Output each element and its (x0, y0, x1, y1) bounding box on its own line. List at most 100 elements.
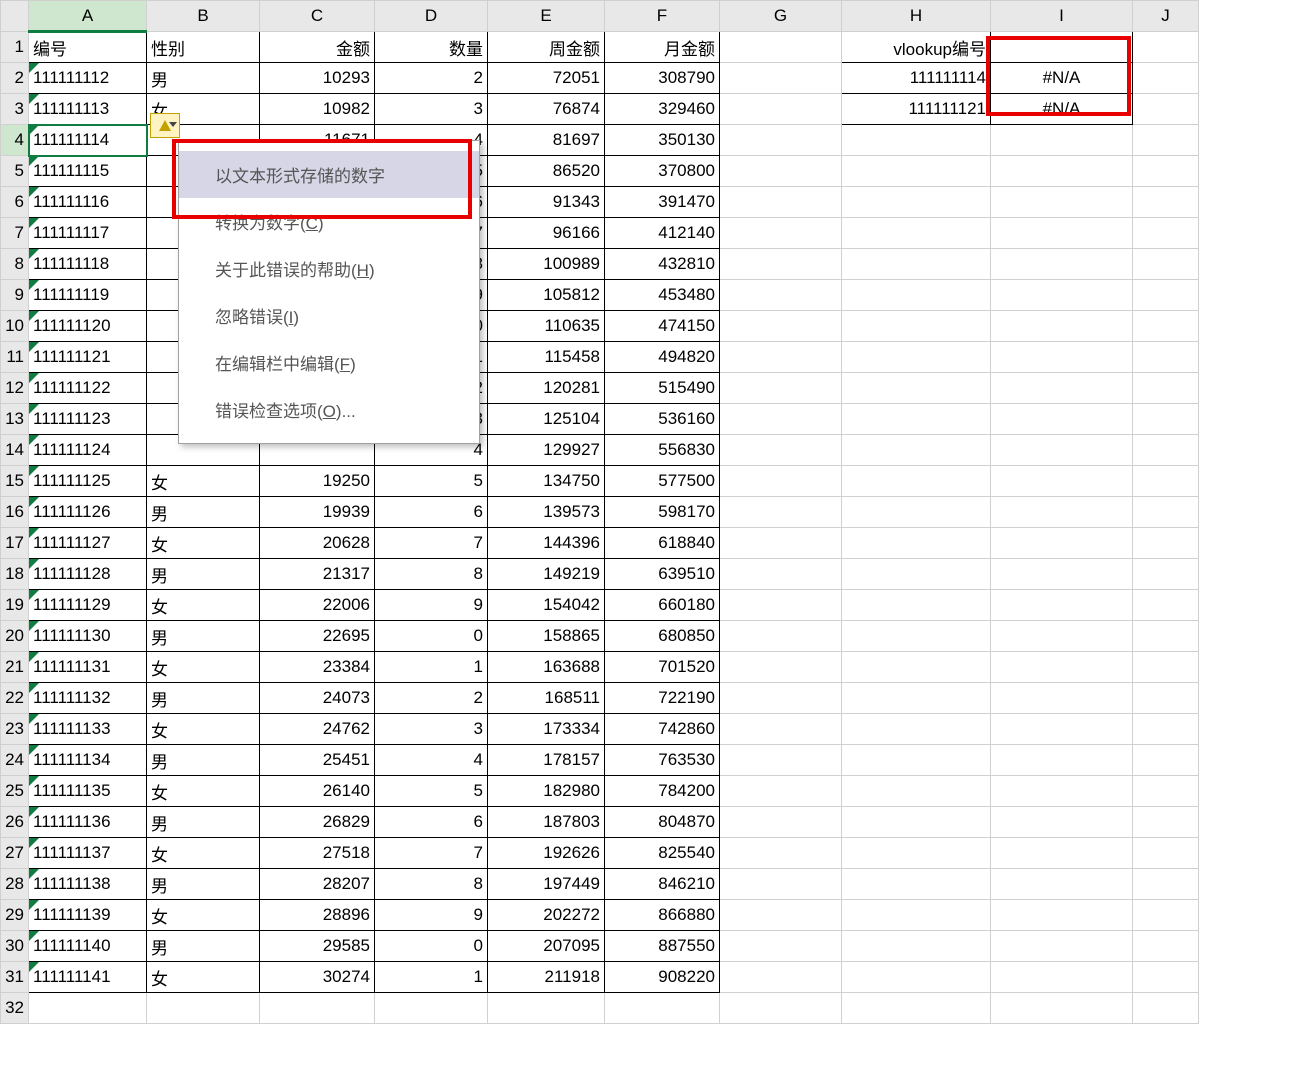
cell-I3[interactable]: #N/A (991, 94, 1133, 125)
cell-H31[interactable] (842, 962, 991, 993)
cell-H29[interactable] (842, 900, 991, 931)
cell-F30[interactable]: 887550 (605, 931, 720, 962)
cell-I16[interactable] (991, 497, 1133, 528)
cell-H11[interactable] (842, 342, 991, 373)
cell-D17[interactable]: 7 (375, 528, 488, 559)
cell-E5[interactable]: 86520 (488, 156, 605, 187)
cell-B24[interactable]: 男 (147, 745, 260, 776)
cell-D21[interactable]: 1 (375, 652, 488, 683)
cell-I31[interactable] (991, 962, 1133, 993)
cell-C20[interactable]: 22695 (260, 621, 375, 652)
row-header-17[interactable]: 17 (1, 528, 29, 559)
cell-E32[interactable] (488, 993, 605, 1024)
cell-B26[interactable]: 男 (147, 807, 260, 838)
cell-G19[interactable] (720, 590, 842, 621)
cell-C31[interactable]: 30274 (260, 962, 375, 993)
cell-F24[interactable]: 763530 (605, 745, 720, 776)
cell-G5[interactable] (720, 156, 842, 187)
col-header-I[interactable]: I (991, 1, 1133, 32)
cell-J4[interactable] (1133, 125, 1199, 156)
cell-G26[interactable] (720, 807, 842, 838)
cell-F18[interactable]: 639510 (605, 559, 720, 590)
cell-G29[interactable] (720, 900, 842, 931)
cell-B19[interactable]: 女 (147, 590, 260, 621)
cell-A12[interactable]: 111111122 (29, 373, 147, 404)
cell-E4[interactable]: 81697 (488, 125, 605, 156)
cell-J26[interactable] (1133, 807, 1199, 838)
row-header-26[interactable]: 26 (1, 807, 29, 838)
cell-A27[interactable]: 111111137 (29, 838, 147, 869)
cell-E10[interactable]: 110635 (488, 311, 605, 342)
menu-item-4[interactable]: 错误检查选项(O)... (179, 386, 479, 433)
cell-E7[interactable]: 96166 (488, 218, 605, 249)
cell-F26[interactable]: 804870 (605, 807, 720, 838)
cell-I12[interactable] (991, 373, 1133, 404)
cell-F28[interactable]: 846210 (605, 869, 720, 900)
cell-I9[interactable] (991, 280, 1133, 311)
row-header-1[interactable]: 1 (1, 32, 29, 63)
cell-F10[interactable]: 474150 (605, 311, 720, 342)
cell-B31[interactable]: 女 (147, 962, 260, 993)
cell-A7[interactable]: 111111117 (29, 218, 147, 249)
cell-I27[interactable] (991, 838, 1133, 869)
cell-A11[interactable]: 111111121 (29, 342, 147, 373)
row-header-8[interactable]: 8 (1, 249, 29, 280)
cell-G25[interactable] (720, 776, 842, 807)
cell-G15[interactable] (720, 466, 842, 497)
cell-J30[interactable] (1133, 931, 1199, 962)
cell-G4[interactable] (720, 125, 842, 156)
cell-E25[interactable]: 182980 (488, 776, 605, 807)
row-header-16[interactable]: 16 (1, 497, 29, 528)
col-header-H[interactable]: H (842, 1, 991, 32)
cell-D26[interactable]: 6 (375, 807, 488, 838)
cell-G12[interactable] (720, 373, 842, 404)
cell-A31[interactable]: 111111141 (29, 962, 147, 993)
cell-A26[interactable]: 111111136 (29, 807, 147, 838)
cell-H15[interactable] (842, 466, 991, 497)
cell-J31[interactable] (1133, 962, 1199, 993)
row-header-21[interactable]: 21 (1, 652, 29, 683)
cell-H27[interactable] (842, 838, 991, 869)
cell-E28[interactable]: 197449 (488, 869, 605, 900)
cell-G30[interactable] (720, 931, 842, 962)
cell-H22[interactable] (842, 683, 991, 714)
cell-H14[interactable] (842, 435, 991, 466)
cell-H25[interactable] (842, 776, 991, 807)
cell-C1[interactable]: 金额 (260, 32, 375, 63)
row-header-14[interactable]: 14 (1, 435, 29, 466)
row-header-7[interactable]: 7 (1, 218, 29, 249)
cell-G11[interactable] (720, 342, 842, 373)
cell-F22[interactable]: 722190 (605, 683, 720, 714)
row-header-6[interactable]: 6 (1, 187, 29, 218)
cell-C30[interactable]: 29585 (260, 931, 375, 962)
row-header-4[interactable]: 4 (1, 125, 29, 156)
cell-D29[interactable]: 9 (375, 900, 488, 931)
cell-H20[interactable] (842, 621, 991, 652)
cell-B16[interactable]: 男 (147, 497, 260, 528)
cell-J13[interactable] (1133, 404, 1199, 435)
cell-J23[interactable] (1133, 714, 1199, 745)
cell-I26[interactable] (991, 807, 1133, 838)
cell-I24[interactable] (991, 745, 1133, 776)
cell-F4[interactable]: 350130 (605, 125, 720, 156)
cell-D19[interactable]: 9 (375, 590, 488, 621)
cell-I8[interactable] (991, 249, 1133, 280)
cell-H9[interactable] (842, 280, 991, 311)
cell-A29[interactable]: 111111139 (29, 900, 147, 931)
cell-D2[interactable]: 2 (375, 63, 488, 94)
row-header-11[interactable]: 11 (1, 342, 29, 373)
cell-A21[interactable]: 111111131 (29, 652, 147, 683)
cell-G31[interactable] (720, 962, 842, 993)
cell-D24[interactable]: 4 (375, 745, 488, 776)
cell-G32[interactable] (720, 993, 842, 1024)
cell-F20[interactable]: 680850 (605, 621, 720, 652)
cell-F3[interactable]: 329460 (605, 94, 720, 125)
cell-C22[interactable]: 24073 (260, 683, 375, 714)
cell-H26[interactable] (842, 807, 991, 838)
cell-D3[interactable]: 3 (375, 94, 488, 125)
row-header-25[interactable]: 25 (1, 776, 29, 807)
cell-D15[interactable]: 5 (375, 466, 488, 497)
cell-C19[interactable]: 22006 (260, 590, 375, 621)
cell-G16[interactable] (720, 497, 842, 528)
row-header-30[interactable]: 30 (1, 931, 29, 962)
